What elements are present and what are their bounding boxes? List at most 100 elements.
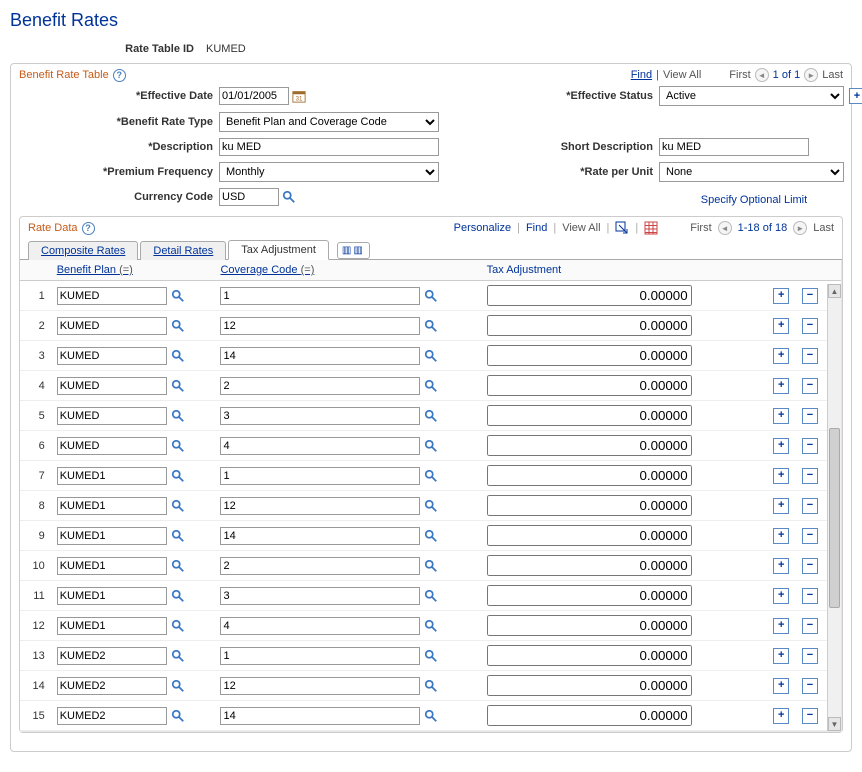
coverage-code-input[interactable] xyxy=(220,527,420,545)
coverage-code-input[interactable] xyxy=(220,707,420,725)
lookup-icon[interactable] xyxy=(170,588,186,604)
benefit-plan-input[interactable] xyxy=(57,287,167,305)
tax-adjustment-input[interactable] xyxy=(487,285,692,306)
lookup-icon[interactable] xyxy=(423,588,439,604)
lookup-icon[interactable] xyxy=(423,348,439,364)
row-delete-button[interactable]: − xyxy=(802,648,818,664)
first-link[interactable]: First xyxy=(729,69,750,81)
benefit-plan-input[interactable] xyxy=(57,497,167,515)
row-delete-button[interactable]: − xyxy=(802,678,818,694)
row-add-button[interactable]: + xyxy=(773,318,789,334)
grid-prev-icon[interactable]: ◄ xyxy=(718,221,732,235)
description-input[interactable] xyxy=(219,138,439,156)
effective-date-input[interactable] xyxy=(219,87,289,105)
lookup-icon[interactable] xyxy=(170,558,186,574)
view-all-link[interactable]: View All xyxy=(663,69,701,81)
last-link[interactable]: Last xyxy=(822,69,843,81)
lookup-icon[interactable] xyxy=(423,318,439,334)
lookup-icon[interactable] xyxy=(170,408,186,424)
lookup-icon[interactable] xyxy=(423,468,439,484)
tax-adjustment-input[interactable] xyxy=(487,435,692,456)
tax-adjustment-input[interactable] xyxy=(487,465,692,486)
rate-per-unit-select[interactable]: None xyxy=(659,162,844,182)
currency-code-input[interactable] xyxy=(219,188,279,206)
coverage-code-input[interactable] xyxy=(220,617,420,635)
download-icon[interactable] xyxy=(644,221,658,235)
benefit-plan-input[interactable] xyxy=(57,587,167,605)
col-benefit-plan[interactable]: Benefit Plan (=) xyxy=(51,260,215,281)
coverage-code-input[interactable] xyxy=(220,317,420,335)
coverage-code-input[interactable] xyxy=(220,437,420,455)
coverage-code-input[interactable] xyxy=(220,407,420,425)
benefit-plan-input[interactable] xyxy=(57,617,167,635)
tax-adjustment-input[interactable] xyxy=(487,315,692,336)
personalize-link[interactable]: Personalize xyxy=(454,222,511,234)
lookup-icon[interactable] xyxy=(423,558,439,574)
tax-adjustment-input[interactable] xyxy=(487,405,692,426)
row-add-button[interactable]: + xyxy=(773,498,789,514)
coverage-code-input[interactable] xyxy=(220,677,420,695)
coverage-code-input[interactable] xyxy=(220,647,420,665)
row-add-button[interactable]: + xyxy=(773,588,789,604)
premium-freq-select[interactable]: Monthly xyxy=(219,162,439,182)
benefit-plan-input[interactable] xyxy=(57,557,167,575)
add-row-button[interactable]: + xyxy=(849,88,862,104)
tax-adjustment-input[interactable] xyxy=(487,615,692,636)
lookup-icon[interactable] xyxy=(170,288,186,304)
lookup-icon[interactable] xyxy=(423,498,439,514)
benefit-plan-input[interactable] xyxy=(57,467,167,485)
next-arrow-icon[interactable]: ► xyxy=(804,68,818,82)
tax-adjustment-input[interactable] xyxy=(487,585,692,606)
row-delete-button[interactable]: − xyxy=(802,408,818,424)
grid-first-link[interactable]: First xyxy=(690,222,711,234)
lookup-icon[interactable] xyxy=(170,708,186,724)
help-icon[interactable]: ? xyxy=(113,69,126,82)
lookup-icon[interactable] xyxy=(423,618,439,634)
benefit-plan-input[interactable] xyxy=(57,347,167,365)
row-delete-button[interactable]: − xyxy=(802,318,818,334)
tax-adjustment-input[interactable] xyxy=(487,675,692,696)
effective-status-select[interactable]: Active xyxy=(659,86,844,106)
col-coverage-code[interactable]: Coverage Code (=) xyxy=(214,260,480,281)
prev-arrow-icon[interactable]: ◄ xyxy=(755,68,769,82)
row-delete-button[interactable]: − xyxy=(802,618,818,634)
tax-adjustment-input[interactable] xyxy=(487,645,692,666)
benefit-plan-input[interactable] xyxy=(57,527,167,545)
row-add-button[interactable]: + xyxy=(773,408,789,424)
row-add-button[interactable]: + xyxy=(773,438,789,454)
row-add-button[interactable]: + xyxy=(773,648,789,664)
zoom-icon[interactable] xyxy=(615,221,629,235)
lookup-icon[interactable] xyxy=(423,678,439,694)
grid-next-icon[interactable]: ► xyxy=(793,221,807,235)
show-all-columns-icon[interactable]: ▥▥ xyxy=(337,242,370,259)
benefit-plan-input[interactable] xyxy=(57,317,167,335)
tax-adjustment-input[interactable] xyxy=(487,495,692,516)
benefit-rate-type-select[interactable]: Benefit Plan and Coverage Code xyxy=(219,112,439,132)
row-add-button[interactable]: + xyxy=(773,288,789,304)
row-delete-button[interactable]: − xyxy=(802,288,818,304)
find-link[interactable]: Find xyxy=(631,69,652,81)
tax-adjustment-input[interactable] xyxy=(487,375,692,396)
row-delete-button[interactable]: − xyxy=(802,438,818,454)
lookup-icon[interactable] xyxy=(170,498,186,514)
lookup-icon[interactable] xyxy=(170,318,186,334)
grid-last-link[interactable]: Last xyxy=(813,222,834,234)
vertical-scrollbar[interactable]: ▲ ▼ xyxy=(827,284,841,731)
tax-adjustment-input[interactable] xyxy=(487,705,692,726)
lookup-icon[interactable] xyxy=(170,528,186,544)
row-delete-button[interactable]: − xyxy=(802,498,818,514)
lookup-icon[interactable] xyxy=(423,528,439,544)
coverage-code-input[interactable] xyxy=(220,287,420,305)
lookup-icon[interactable] xyxy=(423,288,439,304)
row-delete-button[interactable]: − xyxy=(802,588,818,604)
row-add-button[interactable]: + xyxy=(773,468,789,484)
short-desc-input[interactable] xyxy=(659,138,809,156)
lookup-icon[interactable] xyxy=(170,348,186,364)
lookup-icon[interactable] xyxy=(281,189,297,205)
lookup-icon[interactable] xyxy=(423,708,439,724)
coverage-code-input[interactable] xyxy=(220,557,420,575)
lookup-icon[interactable] xyxy=(170,468,186,484)
row-add-button[interactable]: + xyxy=(773,678,789,694)
coverage-code-input[interactable] xyxy=(220,377,420,395)
tax-adjustment-input[interactable] xyxy=(487,555,692,576)
